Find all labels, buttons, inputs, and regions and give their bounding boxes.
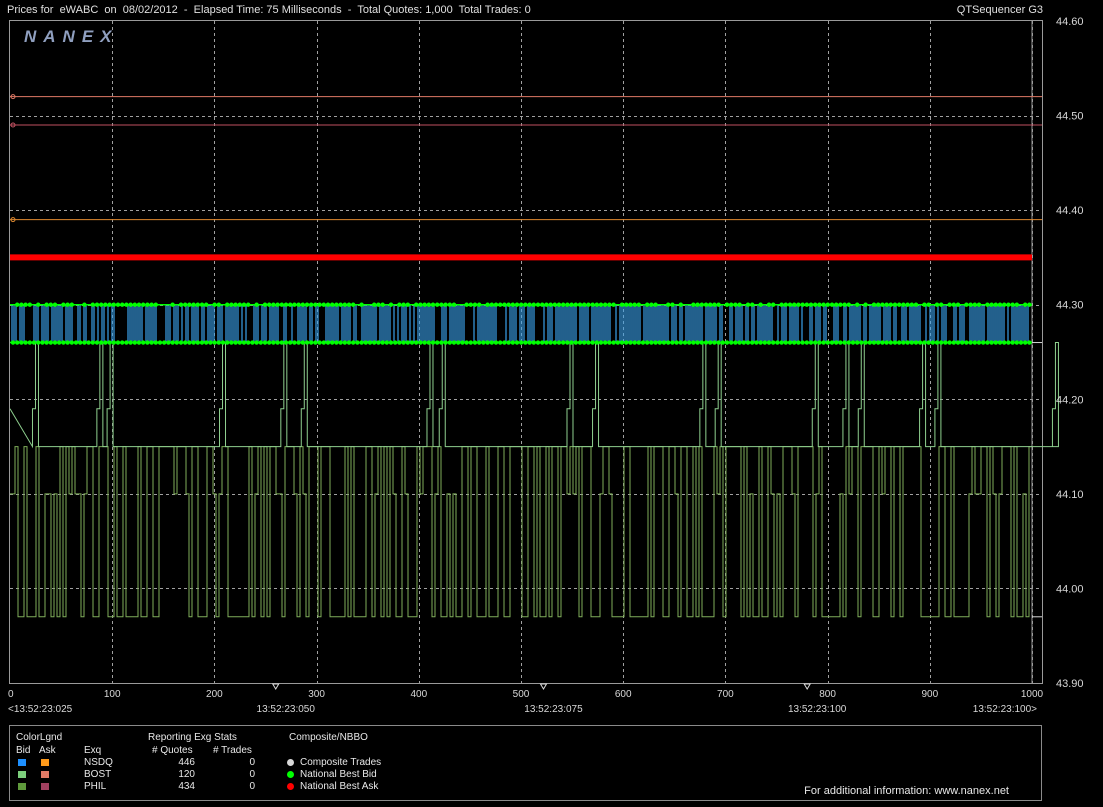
- y-tick-label: 44.60: [1056, 16, 1084, 28]
- national-best-ask-dot: [287, 783, 294, 790]
- exchange-header: Exq: [84, 745, 102, 756]
- bost-ask-swatch: [41, 771, 49, 778]
- stats-title: Reporting Exg Stats: [148, 732, 237, 743]
- time-label: <13:52:23:025: [8, 704, 73, 715]
- exchange-quotes: 434: [178, 781, 195, 792]
- exchange-name: BOST: [84, 769, 112, 780]
- y-tick-label: 44.50: [1056, 111, 1084, 123]
- y-tick-label: 44.10: [1056, 489, 1084, 501]
- y-tick-label: 44.00: [1056, 583, 1084, 595]
- national-best-bid-dot: [287, 771, 294, 778]
- x-tick-label: 400: [410, 689, 427, 700]
- x-tick-label: 800: [819, 689, 836, 700]
- x-tick-label: 200: [206, 689, 223, 700]
- exchange-quotes: 120: [178, 769, 195, 780]
- y-tick-label: 44.30: [1056, 300, 1084, 312]
- time-label: 13:52:23:075: [524, 704, 583, 715]
- x-tick-label: 600: [615, 689, 632, 700]
- composite-trades-dot: [287, 759, 294, 766]
- ask-header: Ask: [39, 745, 56, 756]
- bid-header: Bid: [16, 745, 31, 756]
- nsdq-ask-swatch: [41, 759, 49, 766]
- info-text: For additional information: www.nanex.ne…: [804, 785, 1009, 797]
- price-chart: 44.60 44.50 44.40 44.30 44.20 44.10 44.00 43.90…: [8, 16, 1084, 715]
- time-marker: [271, 683, 280, 690]
- composite-item-label: National Best Ask: [300, 781, 379, 792]
- x-tick-label: 500: [513, 689, 530, 700]
- bost-bid-swatch: [18, 771, 26, 778]
- x-tick-label: 1000: [1021, 689, 1044, 700]
- y-tick-label: 43.90: [1056, 678, 1084, 690]
- legend-panel: ColorLgnd Bid Ask Exq Reporting Exg Stat…: [9, 725, 1042, 801]
- nsdq-bid-swatch: [18, 759, 26, 766]
- national-best-bid-dots: [10, 340, 1032, 345]
- time-label: 13:52:23:100: [788, 704, 847, 715]
- plot-border: [9, 20, 1043, 684]
- time-label: 13:52:23:100>: [973, 704, 1037, 715]
- exchange-quotes: 446: [178, 757, 195, 768]
- y-tick-label: 44.40: [1056, 205, 1084, 217]
- color-legend-title: ColorLgnd: [16, 732, 63, 743]
- x-tick-label: 0: [8, 689, 14, 700]
- x-tick-label: 700: [717, 689, 734, 700]
- exchange-name: NSDQ: [84, 757, 113, 768]
- exchange-trades: 0: [249, 769, 255, 780]
- quotes-header: # Quotes: [152, 745, 193, 756]
- x-tick-label: 300: [308, 689, 325, 700]
- phil-ask-swatch: [41, 783, 49, 790]
- time-marker: [539, 683, 548, 690]
- composite-item-label: Composite Trades: [300, 757, 382, 768]
- exchange-name: PHIL: [84, 781, 107, 792]
- phil-bid-swatch: [18, 783, 26, 790]
- nanex-watermark: NANEX: [24, 27, 119, 46]
- y-tick-label: 44.20: [1056, 394, 1084, 406]
- trades-header: # Trades: [213, 745, 252, 756]
- x-tick-label: 100: [104, 689, 121, 700]
- time-label: 13:52:23:050: [257, 704, 316, 715]
- exchange-trades: 0: [249, 781, 255, 792]
- exchange-trades: 0: [249, 757, 255, 768]
- time-marker: [803, 683, 812, 690]
- composite-title: Composite/NBBO: [289, 732, 368, 743]
- composite-item-label: National Best Bid: [300, 769, 377, 780]
- x-tick-label: 900: [921, 689, 938, 700]
